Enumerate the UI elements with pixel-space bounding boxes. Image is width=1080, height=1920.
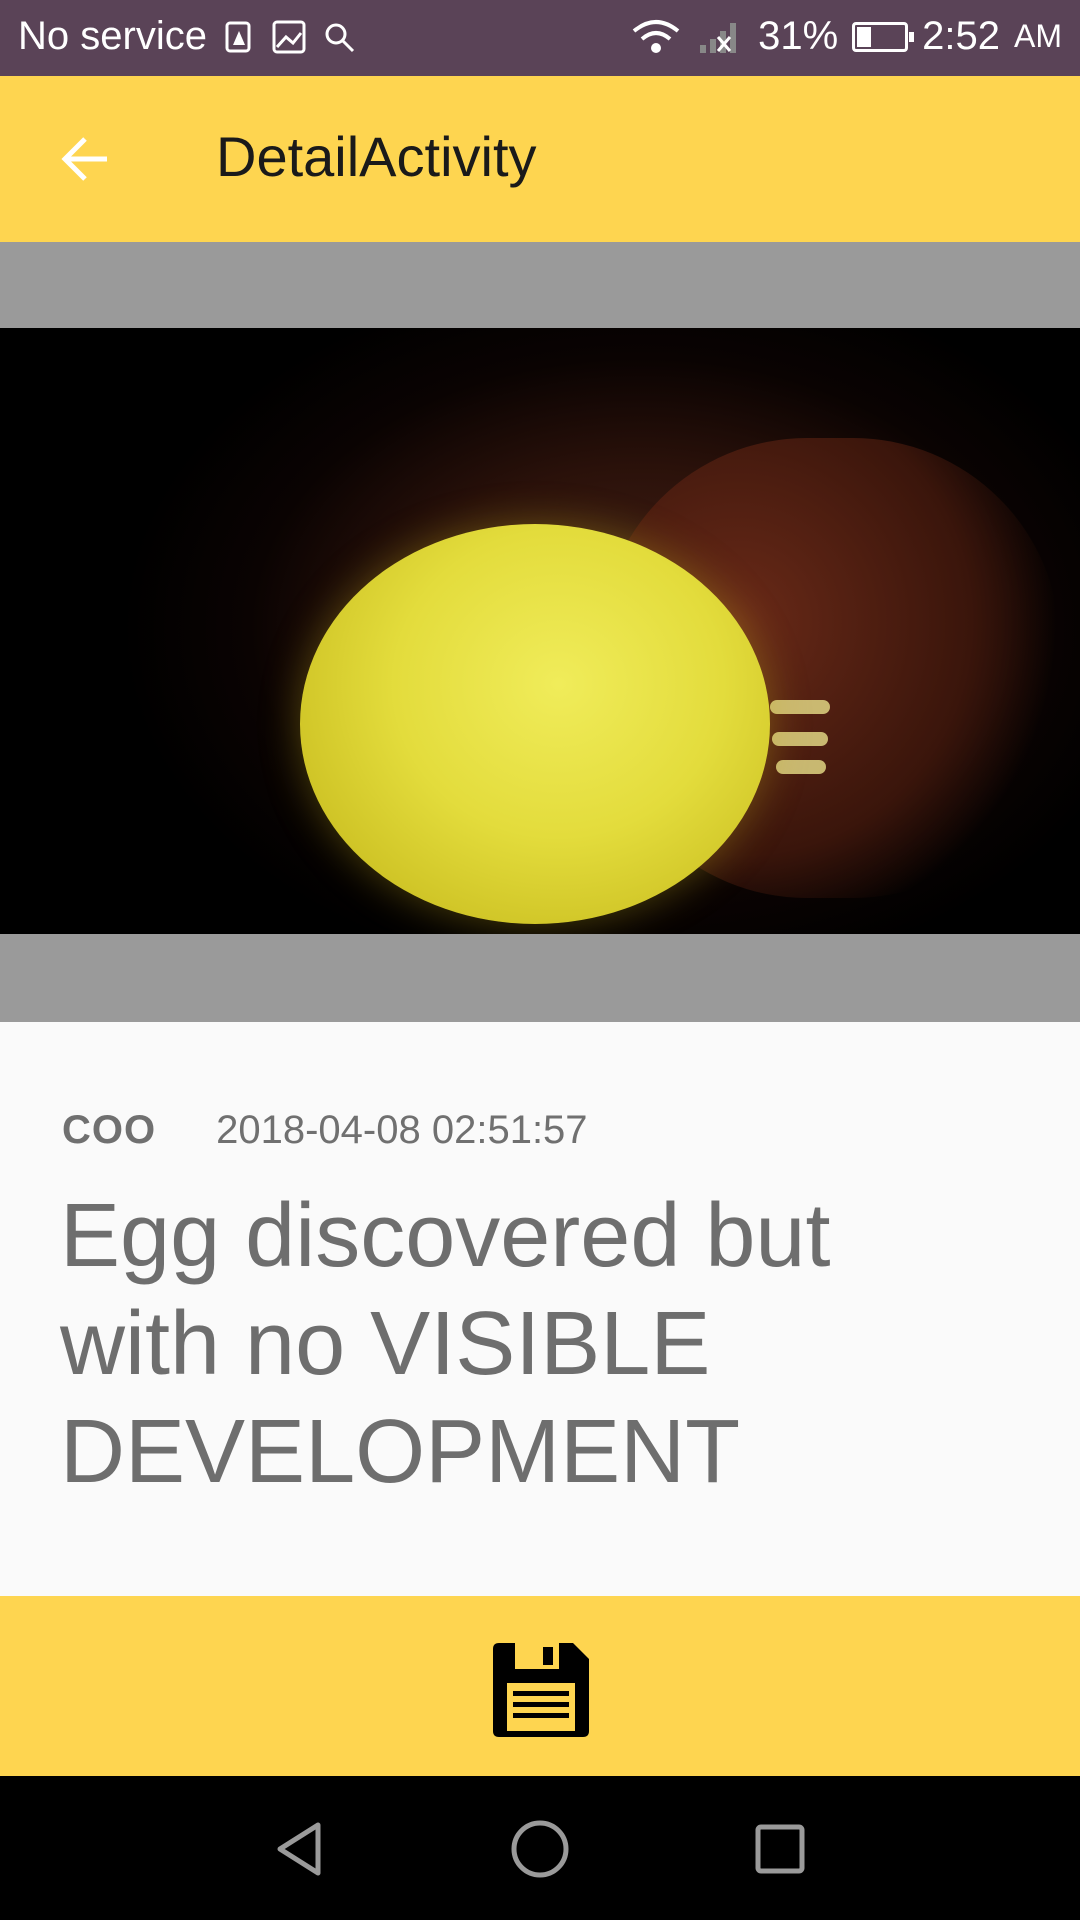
entry-meta: COO 2018-04-08 02:51:57 — [62, 1108, 588, 1153]
detail-card: COO 2018-04-08 02:51:57 Egg discovered b… — [0, 1022, 1080, 1596]
search-icon — [321, 19, 357, 55]
recents-square-icon — [752, 1821, 808, 1882]
action-bar — [0, 1596, 1080, 1776]
battery-level-fill — [857, 26, 872, 47]
finger-highlight — [770, 700, 830, 714]
finger-highlight — [772, 732, 828, 746]
entry-description: Egg discovered but with no VISIBLE DEVEL… — [60, 1186, 831, 1502]
sim-alert-icon — [221, 19, 257, 55]
save-button[interactable] — [480, 1632, 600, 1752]
egg-image — [300, 524, 770, 924]
image-icon — [271, 19, 307, 55]
wifi-icon — [630, 19, 682, 55]
signal-icon — [696, 19, 744, 55]
battery-icon — [852, 21, 915, 52]
clock-time: 2:52 — [922, 14, 1000, 58]
carrier-label: No service — [18, 14, 207, 58]
nav-back-button[interactable] — [255, 1806, 345, 1896]
nav-home-button[interactable] — [495, 1806, 585, 1896]
app-bar: DetailActivity — [0, 76, 1080, 242]
entry-user: COO — [62, 1108, 157, 1152]
image-frame — [0, 242, 1080, 1022]
finger-highlight — [776, 760, 826, 774]
nav-recents-button[interactable] — [735, 1806, 825, 1896]
egg-photo[interactable] — [0, 328, 1080, 934]
battery-percent: 31% — [758, 14, 839, 58]
status-bar: No service 31% 2:52 AM — [0, 0, 1080, 76]
arrow-left-icon — [59, 135, 111, 188]
back-triangle-icon — [270, 1819, 330, 1884]
clock-ampm: AM — [1014, 18, 1062, 54]
entry-timestamp: 2018-04-08 02:51:57 — [216, 1108, 588, 1152]
back-button[interactable] — [40, 116, 130, 206]
page-title: DetailActivity — [216, 125, 537, 188]
floppy-disk-icon — [485, 1635, 595, 1750]
navigation-bar — [0, 1776, 1080, 1920]
home-circle-icon — [509, 1818, 571, 1885]
